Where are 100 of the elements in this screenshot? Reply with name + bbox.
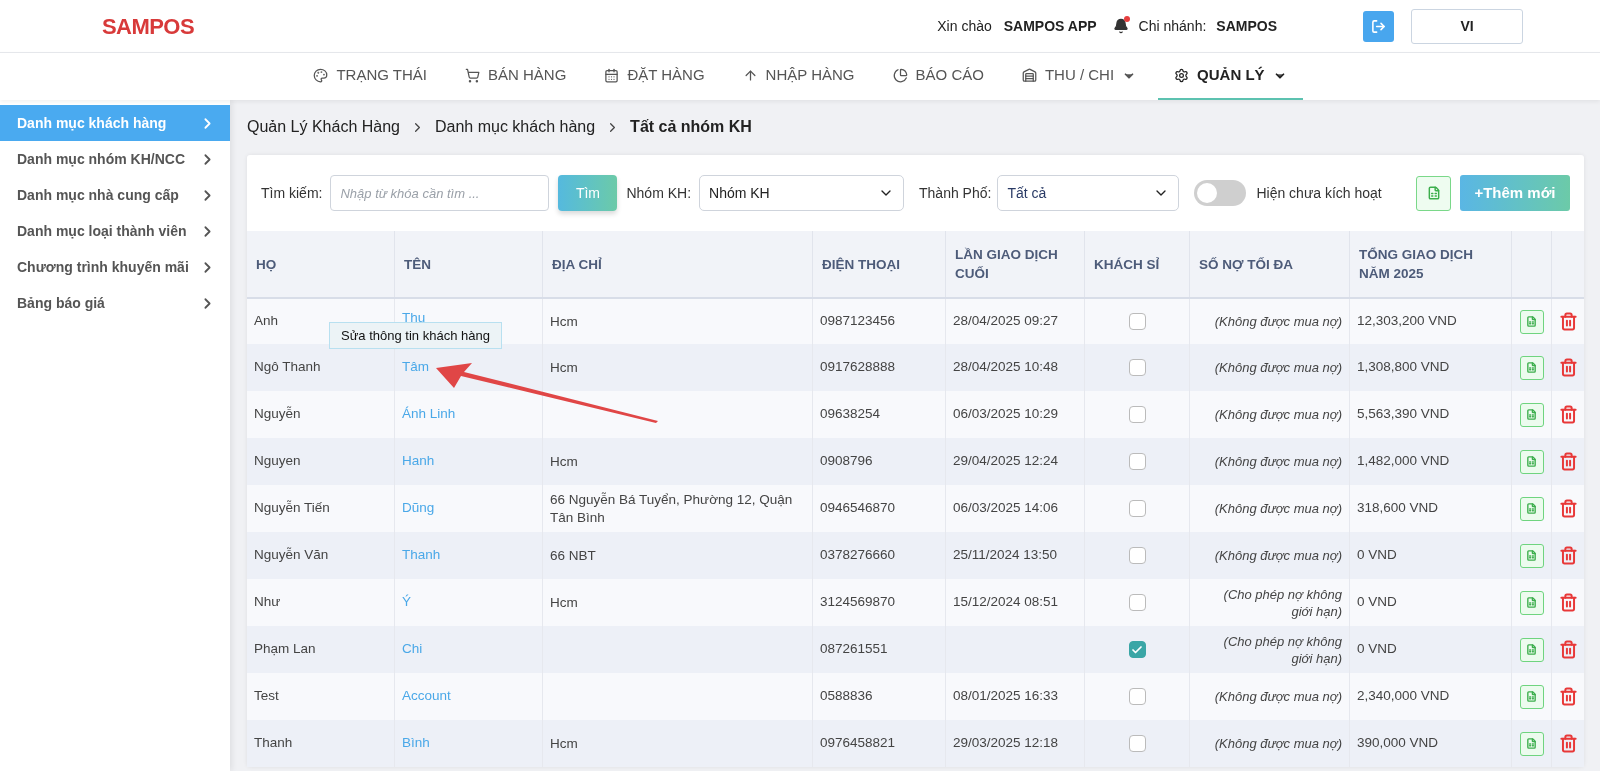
wholesale-checkbox[interactable]: [1128, 735, 1146, 752]
table-cell-text: 28/04/2025 10:48: [953, 358, 1059, 377]
table-cell: (Không được mua nợ): [1214, 688, 1342, 705]
column-header: ĐỊA CHỈ: [552, 255, 602, 274]
spreadsheet-icon: [1526, 316, 1537, 327]
spreadsheet-icon: [1526, 362, 1537, 373]
delete-button[interactable]: [1558, 640, 1578, 659]
pie-chart-icon: [892, 68, 908, 83]
calendar-icon: [604, 68, 620, 83]
cart-icon: [465, 68, 480, 83]
user-name: SAMPOS APP: [1003, 16, 1097, 36]
search-label: Tìm kiếm:: [261, 183, 323, 203]
logout-button[interactable]: [1363, 10, 1394, 42]
delete-button[interactable]: [1558, 499, 1578, 518]
branch-label: Chi nhánh:: [1138, 16, 1207, 36]
trash-icon: [1558, 358, 1578, 377]
nav-tab[interactable]: BÁO CÁO: [876, 53, 1000, 100]
sidebar-item[interactable]: Danh mục nhóm KH/NCC: [0, 141, 230, 177]
breadcrumb-link[interactable]: Quản Lý Khách Hàng: [247, 115, 400, 139]
delete-button[interactable]: [1558, 452, 1578, 471]
breadcrumb-link[interactable]: Tất cả nhóm KH: [630, 115, 752, 139]
delete-button[interactable]: [1558, 312, 1578, 331]
table-cell: (Không được mua nợ): [1214, 406, 1342, 423]
breadcrumb-link[interactable]: Danh mục khách hàng: [435, 115, 596, 139]
sidebar-item[interactable]: Bảng báo giá: [0, 285, 230, 321]
logout-icon: [1371, 18, 1386, 34]
warehouse-icon: [1021, 68, 1037, 83]
column-header: HỌ: [256, 255, 277, 274]
spreadsheet-icon: [1526, 644, 1537, 655]
table-cell-text: 15/12/2024 08:51: [953, 593, 1059, 612]
table-cell-text: 66 Nguyễn Bá Tuyển, Phường 12, Quận Tân Bình: [550, 490, 794, 527]
table-cell: Hcm: [550, 312, 578, 331]
trash-icon: [1558, 546, 1578, 565]
table-cell: Hcm: [550, 734, 578, 753]
table-cell: 0976458821: [813, 720, 946, 767]
table-cell-text: 06/03/2025 14:06: [953, 499, 1059, 518]
nav-tab[interactable]: BÁN HÀNG: [449, 53, 583, 100]
search-field[interactable]: Nhập từ khóa cần tìm ...: [330, 175, 550, 211]
delete-button[interactable]: [1558, 593, 1578, 612]
export-button[interactable]: [1519, 355, 1544, 380]
nav-tab[interactable]: TRẠNG THÁI: [297, 53, 443, 100]
branch-name: SAMPOS: [1216, 16, 1277, 36]
delete-button[interactable]: [1558, 358, 1578, 377]
sidebar-item[interactable]: Danh mục loại thành viên: [0, 213, 230, 249]
wholesale-checkbox[interactable]: [1128, 453, 1146, 470]
wholesale-checkbox[interactable]: [1128, 688, 1146, 705]
wholesale-checkbox[interactable]: [1128, 594, 1146, 611]
nav-tab[interactable]: ĐẶT HÀNG: [588, 53, 721, 100]
table-cell: (Không được mua nợ): [1214, 359, 1342, 376]
export-button[interactable]: [1519, 402, 1544, 427]
spreadsheet-icon: [1526, 597, 1537, 608]
wholesale-checkbox[interactable]: [1128, 406, 1146, 423]
column-header: TỔNG GIAO DỊCH NĂM 2025: [1359, 246, 1474, 283]
table-cell: 66 NBT: [550, 546, 596, 565]
table-cell: Hcm: [550, 452, 578, 471]
sidebar-item[interactable]: Danh mục nhà cung cấp: [0, 177, 230, 213]
trash-icon: [1558, 452, 1578, 471]
spreadsheet-icon: [1526, 550, 1537, 561]
wholesale-checkbox[interactable]: [1128, 359, 1146, 376]
table-cell: (Không được mua nợ): [1214, 313, 1342, 330]
settings-icon: [1174, 68, 1190, 83]
excel-export-button[interactable]: [1416, 175, 1451, 211]
trash-icon: [1558, 405, 1578, 424]
delete-button[interactable]: [1558, 546, 1578, 565]
wholesale-checkbox[interactable]: [1128, 500, 1146, 517]
group-dropdown[interactable]: Nhóm KH: [699, 175, 905, 211]
trash-icon: [1558, 640, 1578, 659]
language-button[interactable]: VI: [1411, 8, 1523, 44]
export-button[interactable]: [1519, 590, 1544, 615]
export-button[interactable]: [1519, 449, 1544, 474]
trash-icon: [1558, 312, 1578, 331]
export-button[interactable]: [1519, 309, 1544, 334]
wholesale-checkbox[interactable]: [1128, 313, 1146, 330]
nav-tab[interactable]: THU / CHI: [1005, 53, 1153, 100]
delete-button[interactable]: [1558, 734, 1578, 753]
spreadsheet-icon: [1526, 409, 1537, 420]
table-cell: (Không được mua nợ): [1214, 500, 1342, 517]
export-button[interactable]: [1519, 684, 1544, 709]
delete-button[interactable]: [1558, 687, 1578, 706]
table-cell-text: (Cho phép nợ không giới hạn): [1222, 632, 1342, 667]
trash-icon: [1558, 593, 1578, 612]
export-button[interactable]: [1519, 543, 1544, 568]
spreadsheet-icon: [1526, 738, 1537, 749]
wholesale-checkbox[interactable]: [1128, 641, 1146, 658]
wholesale-checkbox[interactable]: [1128, 547, 1146, 564]
toggle-label: Hiện chưa kích hoạt: [1256, 183, 1382, 203]
delete-button[interactable]: [1558, 405, 1578, 424]
table-cell-text: 25/11/2024 13:50: [953, 546, 1058, 565]
export-button[interactable]: [1519, 731, 1544, 756]
table-cell: Thanh: [247, 720, 395, 767]
table-cell-text: 28/04/2025 09:27: [953, 312, 1059, 331]
export-button[interactable]: [1519, 496, 1544, 521]
city-dropdown[interactable]: Tất cả: [997, 175, 1180, 211]
nav-tab[interactable]: NHẬP HÀNG: [726, 53, 871, 100]
export-button[interactable]: [1519, 637, 1544, 662]
sidebar-item[interactable]: Chương trình khuyến mãi: [0, 249, 230, 285]
table-cell-text: (Cho phép nợ không giới hạn): [1222, 585, 1342, 620]
palette-icon: [313, 68, 329, 83]
nav-tab[interactable]: QUẢN LÝ: [1158, 53, 1303, 100]
bell-icon[interactable]: [1112, 18, 1129, 34]
